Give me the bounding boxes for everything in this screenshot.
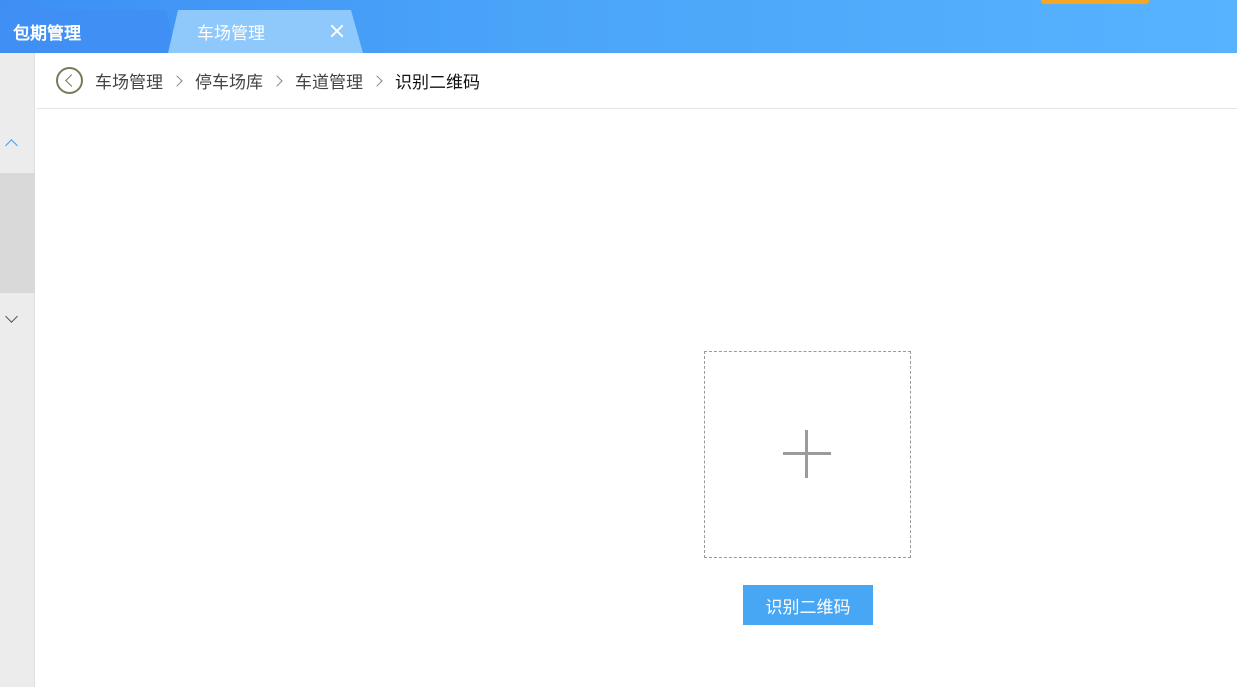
side-scroller: [0, 53, 35, 687]
chevron-up-icon: [5, 139, 18, 152]
breadcrumb-item-lane-management[interactable]: 车道管理: [295, 68, 363, 93]
tab-package-management[interactable]: 包期管理: [0, 10, 176, 53]
scroll-up-button[interactable]: [0, 129, 35, 159]
breadcrumb: 车场管理 停车场库 车道管理 识别二维码: [36, 53, 1237, 109]
scroll-down-button[interactable]: [0, 307, 35, 337]
tab-label: 车场管理: [197, 24, 265, 44]
chevron-right-icon: [271, 74, 283, 87]
back-icon[interactable]: [56, 67, 83, 94]
tab-label: 包期管理: [13, 24, 81, 44]
breadcrumb-item-parking-lot[interactable]: 停车场库: [195, 68, 263, 93]
qr-upload-area[interactable]: [704, 351, 911, 558]
breadcrumb-item-current: 识别二维码: [395, 73, 480, 93]
close-icon[interactable]: [329, 23, 345, 39]
scroll-thumb[interactable]: [0, 173, 35, 293]
header-action-button[interactable]: [1041, 0, 1149, 4]
chevron-down-icon: [5, 310, 18, 323]
chevron-right-icon: [371, 74, 383, 87]
breadcrumb-item-parking-management[interactable]: 车场管理: [95, 68, 163, 93]
plus-icon: [783, 430, 831, 478]
recognize-qr-button[interactable]: 识别二维码: [743, 585, 873, 625]
tab-bar: 包期管理 车场管理: [0, 0, 1237, 53]
tab-parking-management[interactable]: 车场管理: [168, 10, 363, 53]
chevron-right-icon: [171, 74, 183, 87]
